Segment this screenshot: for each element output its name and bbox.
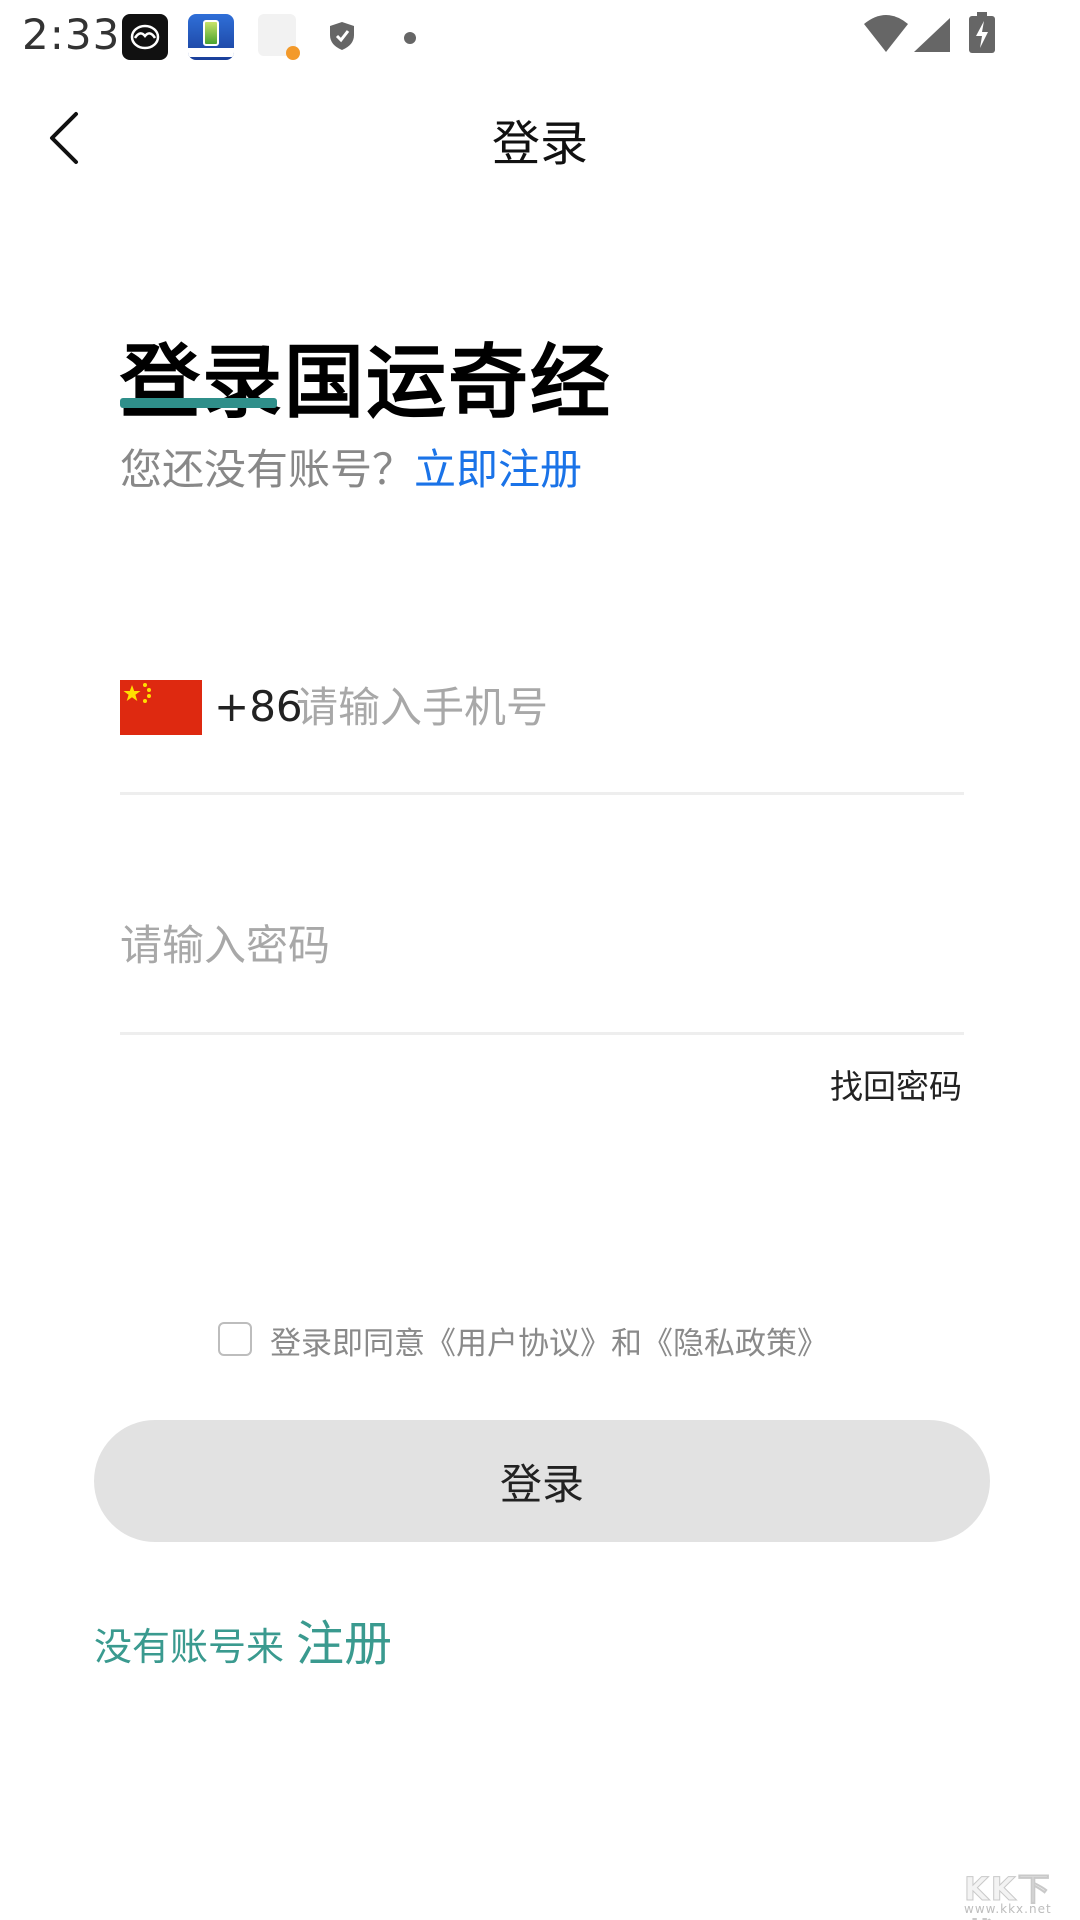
battery-app-icon bbox=[188, 14, 234, 60]
password-input[interactable] bbox=[120, 912, 964, 978]
bottom-register-link[interactable]: 注册 bbox=[296, 1616, 392, 1672]
register-now-link[interactable]: 立即注册 bbox=[414, 445, 582, 494]
subline: 您还没有账号？立即注册 bbox=[120, 436, 582, 497]
agreement-checkbox[interactable] bbox=[218, 1322, 252, 1356]
divider bbox=[120, 1032, 964, 1035]
login-button[interactable]: 登录 bbox=[94, 1420, 990, 1542]
watermark-logo: KK下载 www.kkx.net bbox=[964, 1864, 1074, 1920]
wifi-icon bbox=[862, 14, 910, 58]
signal-icon bbox=[912, 16, 952, 58]
mazda-app-icon bbox=[122, 14, 168, 60]
headline-underline bbox=[120, 398, 277, 408]
china-flag-icon[interactable] bbox=[120, 680, 202, 735]
notification-dot-icon bbox=[404, 32, 416, 44]
battery-charging-icon bbox=[968, 12, 996, 58]
status-time: 2:33 bbox=[22, 10, 121, 59]
subline-text: 您还没有账号？ bbox=[120, 445, 415, 494]
status-bar: 2:33 bbox=[0, 0, 1080, 72]
watermark-url: www.kkx.net bbox=[964, 1902, 1052, 1916]
agreement-text[interactable]: 登录即同意《用户协议》和《隐私政策》 bbox=[270, 1318, 828, 1363]
phone-input[interactable] bbox=[296, 674, 956, 740]
file-app-icon bbox=[258, 14, 300, 60]
bottom-register: 没有账号来 注册 bbox=[94, 1604, 392, 1674]
shield-icon bbox=[328, 20, 356, 56]
country-code[interactable]: +86 bbox=[214, 682, 303, 731]
login-screen: 2:33 登录 登录国运奇经 您还没有账号？立即注册 +86 请输入手机号 找回… bbox=[0, 0, 1080, 1920]
headline: 登录国运奇经 bbox=[120, 336, 612, 429]
page-title: 登录 bbox=[491, 116, 588, 172]
bottom-register-text: 没有账号来 bbox=[94, 1625, 285, 1669]
forgot-password-link[interactable]: 找回密码 bbox=[830, 1060, 962, 1108]
divider bbox=[120, 792, 964, 795]
